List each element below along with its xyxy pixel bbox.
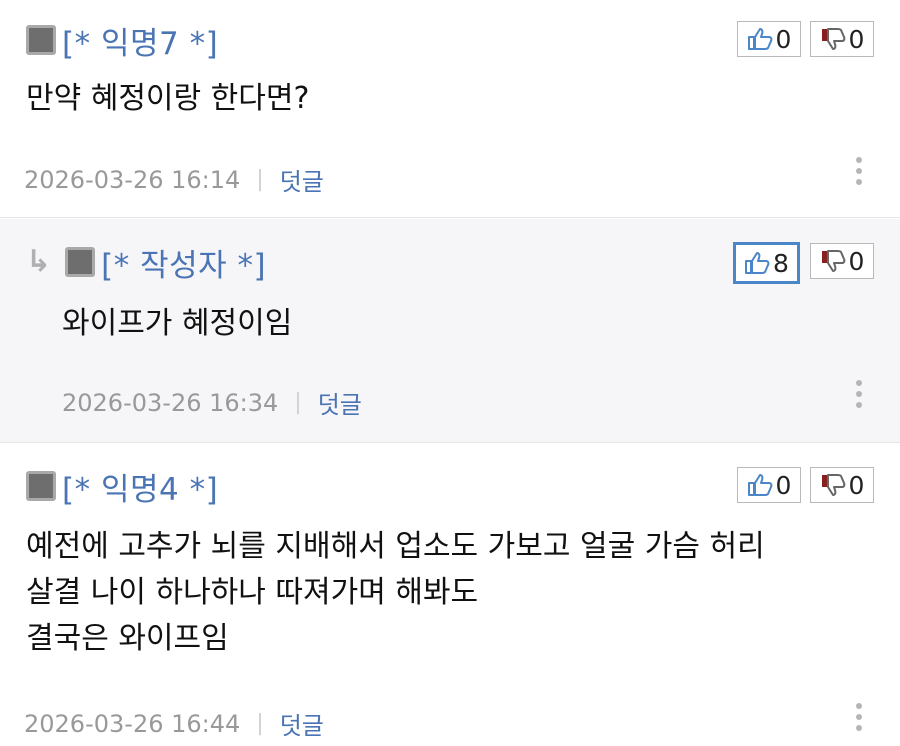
more-vertical-icon[interactable]	[853, 703, 865, 731]
timestamp: 2026-03-26 16:14	[24, 165, 241, 194]
comment-header: [* 익명7 *]	[26, 18, 218, 63]
dislike-count: 0	[848, 470, 865, 500]
dislike-button[interactable]: 0	[810, 21, 874, 57]
thumbs-up-icon	[745, 252, 770, 274]
dislike-button[interactable]: 0	[810, 467, 874, 503]
avatar-icon	[65, 247, 96, 277]
meta-separator: |	[256, 711, 264, 736]
thumbs-down-icon	[821, 474, 845, 496]
reply-link[interactable]: 덧글	[280, 706, 324, 741]
avatar-icon	[26, 471, 56, 501]
author-name[interactable]: [* 익명7 *]	[62, 18, 218, 63]
comment-item-reply: ↳ [* 작성자 *] 8 0 와이프가 혜정이임 2026-03-26 16:…	[0, 219, 900, 443]
comment-header: ↳ [* 작성자 *]	[26, 240, 266, 285]
meta-separator: |	[294, 390, 302, 415]
comment-header: [* 익명4 *]	[26, 464, 218, 509]
comment-meta: 2026-03-26 16:44 | 덧글	[24, 706, 324, 741]
comment-text: 만약 혜정이랑 한다면?	[26, 81, 310, 116]
thumbs-up-icon	[747, 474, 772, 496]
reply-arrow-icon: ↳	[26, 244, 52, 279]
reply-link[interactable]: 덧글	[318, 385, 362, 420]
meta-separator: |	[256, 167, 264, 192]
author-name[interactable]: [* 작성자 *]	[101, 240, 266, 285]
thumbs-up-icon	[747, 28, 772, 50]
timestamp: 2026-03-26 16:34	[62, 388, 279, 417]
comment-text: 예전에 고추가 뇌를 지배해서 업소도 가보고 얼굴 가슴 허리 살결 나이 하…	[26, 529, 765, 656]
like-count: 8	[773, 248, 789, 278]
like-count: 0	[775, 470, 792, 500]
comment-item: [* 익명4 *] 0 0 예전에 고추가 뇌를 지배해서 업소도 가보고 얼굴…	[0, 444, 900, 746]
dislike-count: 0	[848, 246, 865, 276]
more-vertical-icon[interactable]	[853, 380, 865, 408]
thumbs-down-icon	[821, 28, 845, 50]
dislike-button[interactable]: 0	[810, 243, 874, 279]
more-vertical-icon[interactable]	[853, 157, 865, 185]
avatar-icon	[26, 25, 56, 55]
comment-meta: 2026-03-26 16:14 | 덧글	[24, 162, 324, 197]
like-count: 0	[775, 24, 792, 54]
comment-item: [* 익명7 *] 0 0 만약 혜정이랑 한다면? 2026-03-26 16…	[0, 0, 900, 218]
reply-link[interactable]: 덧글	[280, 162, 324, 197]
like-button[interactable]: 0	[737, 467, 801, 503]
like-button[interactable]: 0	[737, 21, 801, 57]
author-name[interactable]: [* 익명4 *]	[62, 464, 218, 509]
comment-text: 와이프가 혜정이임	[62, 306, 293, 341]
like-button[interactable]: 8	[733, 242, 800, 284]
comment-meta: 2026-03-26 16:34 | 덧글	[62, 385, 362, 420]
dislike-count: 0	[848, 24, 865, 54]
thumbs-down-icon	[821, 250, 845, 272]
timestamp: 2026-03-26 16:44	[24, 709, 241, 738]
